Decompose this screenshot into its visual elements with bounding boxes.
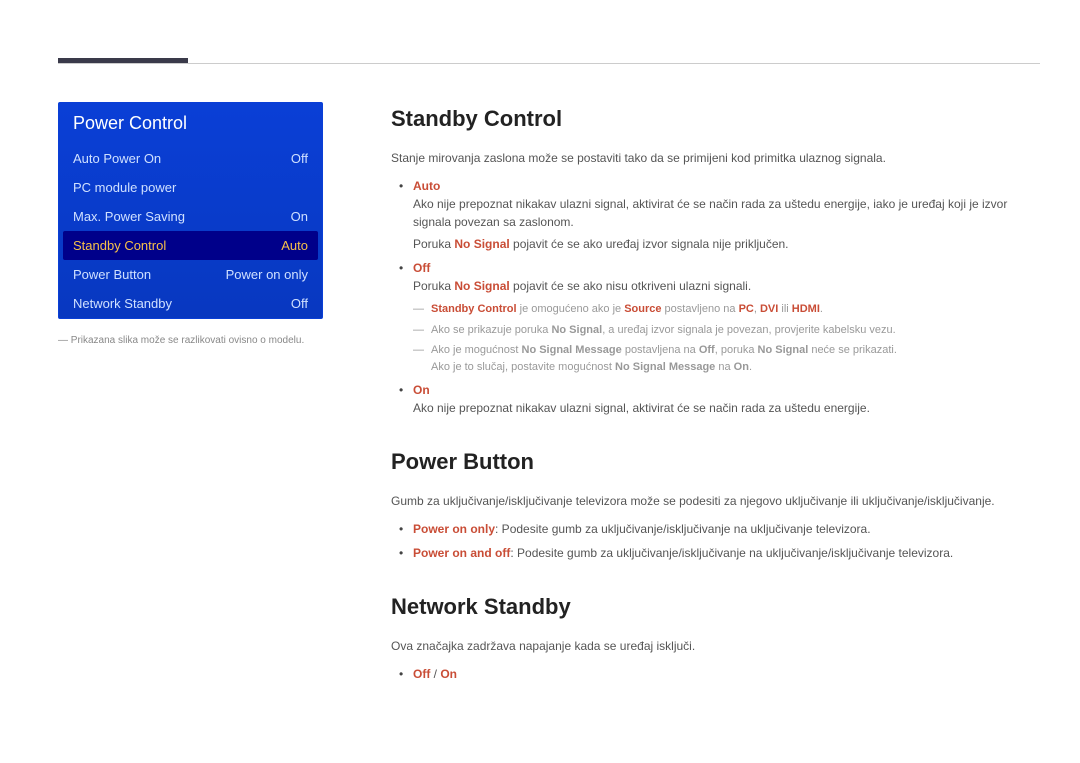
- menu-item-label: Standby Control: [73, 238, 166, 253]
- off-notes: Standby Control je omogućeno ako je Sour…: [413, 301, 1040, 375]
- menu-item-label: Power Button: [73, 267, 151, 282]
- option-auto: Auto Ako nije prepoznat nikakav ulazni s…: [413, 177, 1040, 253]
- menu-item-pc-module-power[interactable]: PC module power: [59, 173, 322, 202]
- menu-item-network-standby[interactable]: Network Standby Off: [59, 289, 322, 318]
- menu-item-value: Off: [291, 151, 308, 166]
- page-content: Power Control Auto Power On Off PC module …: [0, 0, 1080, 711]
- menu-footnote: ― Prikazana slika može se razlikovati ov…: [58, 335, 323, 346]
- menu-item-value: On: [291, 209, 308, 224]
- menu-item-value: Power on only: [226, 267, 308, 282]
- on-desc-1: Ako nije prepoznat nikakav ulazni signal…: [413, 399, 1040, 417]
- section-standby-control: Standby Control Stanje mirovanja zaslona…: [391, 102, 1040, 417]
- heading-standby-control: Standby Control: [391, 102, 1040, 135]
- menu-title: Power Control: [59, 103, 322, 144]
- netstandby-options: Off / On: [391, 665, 1040, 683]
- section-network-standby: Network Standby Ova značajka zadržava na…: [391, 590, 1040, 683]
- menu-item-value: Auto: [281, 238, 308, 253]
- heading-network-standby: Network Standby: [391, 590, 1040, 623]
- section-power-button: Power Button Gumb za uključivanje/isklju…: [391, 445, 1040, 562]
- off-desc-1: Poruka No Signal pojavit će se ako nisu …: [413, 277, 1040, 295]
- header-divider: [58, 63, 1040, 64]
- right-column: Standby Control Stanje mirovanja zaslona…: [391, 102, 1040, 711]
- option-off-label: Off: [413, 259, 1040, 277]
- option-off-on: Off / On: [413, 665, 1040, 683]
- powerbtn-intro: Gumb za uključivanje/isključivanje telev…: [391, 492, 1040, 510]
- option-on-label: On: [413, 381, 1040, 399]
- menu-item-auto-power-on[interactable]: Auto Power On Off: [59, 144, 322, 173]
- off-note-2: Ako se prikazuje poruka No Signal, a ure…: [431, 322, 1040, 339]
- menu-item-label: Auto Power On: [73, 151, 161, 166]
- option-power-on-only: Power on only: Podesite gumb za uključiv…: [413, 520, 1040, 538]
- off-note-3: Ako je mogućnost No Signal Message posta…: [431, 342, 1040, 375]
- menu-item-power-button[interactable]: Power Button Power on only: [59, 260, 322, 289]
- auto-desc-1: Ako nije prepoznat nikakav ulazni signal…: [413, 195, 1040, 231]
- off-note-1: Standby Control je omogućeno ako je Sour…: [431, 301, 1040, 318]
- menu-item-label: PC module power: [73, 180, 176, 195]
- menu-item-label: Network Standby: [73, 296, 172, 311]
- option-on: On Ako nije prepoznat nikakav ulazni sig…: [413, 381, 1040, 417]
- auto-desc-2: Poruka No Signal pojavit će se ako uređa…: [413, 235, 1040, 253]
- option-auto-label: Auto: [413, 177, 1040, 195]
- netstandby-intro: Ova značajka zadržava napajanje kada se …: [391, 637, 1040, 655]
- standby-intro: Stanje mirovanja zaslona može se postavi…: [391, 149, 1040, 167]
- option-power-on-and-off: Power on and off: Podesite gumb za uklju…: [413, 544, 1040, 562]
- powerbtn-options: Power on only: Podesite gumb za uključiv…: [391, 520, 1040, 562]
- menu-panel: Power Control Auto Power On Off PC module …: [58, 102, 323, 319]
- menu-item-max-power-saving[interactable]: Max. Power Saving On: [59, 202, 322, 231]
- left-column: Power Control Auto Power On Off PC module …: [58, 102, 323, 711]
- option-off: Off Poruka No Signal pojavit će se ako n…: [413, 259, 1040, 375]
- menu-item-value: Off: [291, 296, 308, 311]
- standby-options: Auto Ako nije prepoznat nikakav ulazni s…: [391, 177, 1040, 417]
- menu-item-label: Max. Power Saving: [73, 209, 185, 224]
- heading-power-button: Power Button: [391, 445, 1040, 478]
- menu-item-standby-control[interactable]: Standby Control Auto: [63, 231, 318, 260]
